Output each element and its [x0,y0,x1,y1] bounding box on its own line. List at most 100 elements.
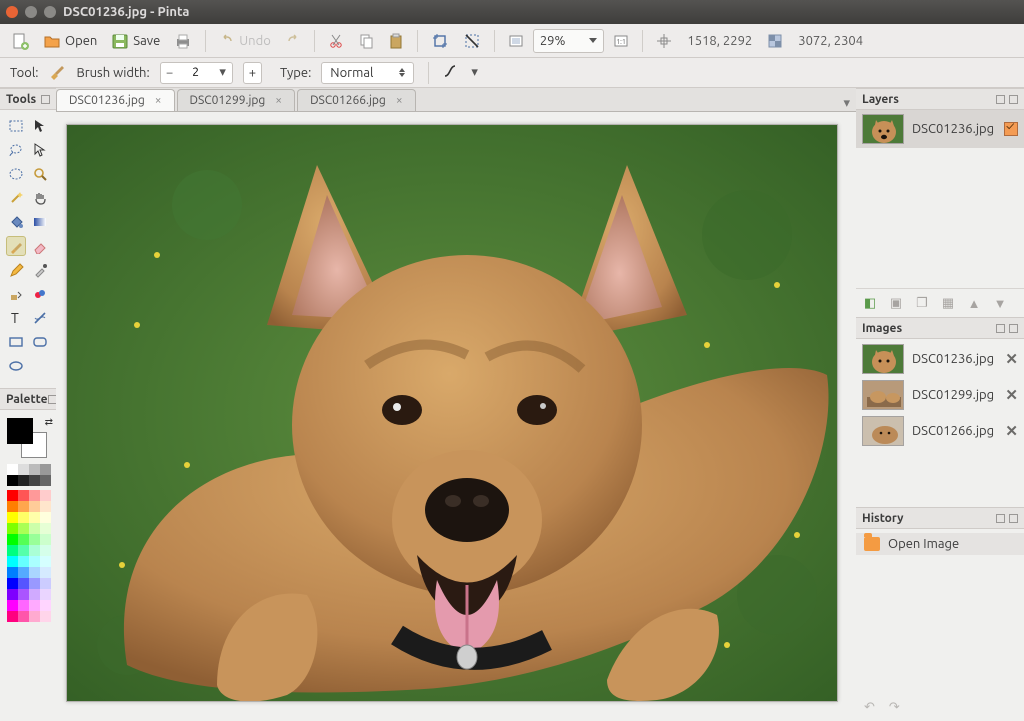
clone-tool[interactable] [6,284,26,304]
foreground-color-swatch[interactable] [7,418,33,444]
layer-row[interactable]: DSC01236.jpg [856,110,1024,148]
deselect-button[interactable] [458,29,486,53]
move-pixels-tool[interactable] [30,140,50,160]
cursor-coords: 1518, 2292 [687,34,752,48]
color-swatches[interactable] [7,490,52,622]
eraser-tool[interactable] [30,236,50,256]
pencil-tool[interactable] [6,260,26,280]
images-list: DSC01236.jpg ✕ DSC01299.jpg ✕ DSC01266.j… [856,339,1024,451]
curve-icon [443,62,461,83]
window-close-button[interactable] [6,6,18,18]
canvas[interactable] [66,124,838,702]
add-layer-icon[interactable]: ◧ [862,295,878,311]
close-icon[interactable]: ✕ [1005,386,1018,404]
image-row[interactable]: DSC01299.jpg ✕ [856,377,1024,413]
chevron-down-icon[interactable]: ▾ [471,65,478,80]
freeform-tool[interactable] [30,356,50,376]
window-minimize-button[interactable] [25,6,37,18]
panel-collapse-icon[interactable] [41,95,50,104]
brush-type-select[interactable]: Normal [321,62,414,84]
history-row[interactable]: Open Image [856,533,1024,555]
paintbrush-tool[interactable] [6,236,26,256]
text-tool[interactable]: T [6,308,26,328]
merge-down-icon[interactable]: ▦ [940,295,956,311]
lasso-tool[interactable] [6,140,26,160]
paste-button[interactable] [383,30,409,52]
panel-close-icon[interactable] [1009,514,1018,523]
redo-step-icon[interactable]: ↷ [889,700,900,715]
close-icon[interactable]: × [396,94,403,107]
magic-wand-tool[interactable] [6,188,26,208]
cut-button[interactable] [323,30,349,52]
layer-name: DSC01236.jpg [912,122,996,136]
tools-grid: T [0,110,56,382]
images-panel-title: Images [862,322,902,335]
print-button[interactable] [169,29,197,53]
duplicate-layer-icon[interactable]: ❐ [914,295,930,311]
zoom-fit-button[interactable] [503,30,529,52]
new-file-button[interactable] [6,29,34,53]
pan-tool[interactable] [30,188,50,208]
image-row[interactable]: DSC01236.jpg ✕ [856,341,1024,377]
save-button[interactable]: Save [106,29,165,53]
decrement-button[interactable]: − [161,66,179,80]
bucket-tool[interactable] [6,212,26,232]
crop-button[interactable] [426,29,454,53]
current-colors[interactable]: ⇄ [7,418,51,458]
undo-step-icon[interactable]: ↶ [864,700,875,715]
open-button[interactable]: Open [38,29,102,53]
zoom-tool[interactable] [30,164,50,184]
move-down-icon[interactable]: ▼ [992,295,1008,311]
canvas-viewport[interactable] [56,112,856,721]
close-icon[interactable]: ✕ [1005,350,1018,368]
panel-min-icon[interactable] [996,514,1005,523]
panel-min-icon[interactable] [996,95,1005,104]
panel-min-icon[interactable] [996,324,1005,333]
close-icon[interactable]: × [155,94,162,107]
tools-panel-header: Tools [0,88,56,110]
move-selection-tool[interactable] [30,116,50,136]
close-icon[interactable]: ✕ [1005,422,1018,440]
history-label: Open Image [888,537,959,551]
tab-doc-1[interactable]: DSC01236.jpg × [56,89,175,111]
open-label: Open [65,34,97,48]
panel-close-icon[interactable] [1009,324,1018,333]
panel-close-icon[interactable] [1009,95,1018,104]
ellipse-tool[interactable] [6,356,26,376]
line-tool[interactable] [30,308,50,328]
image-row[interactable]: DSC01266.jpg ✕ [856,413,1024,449]
grayscale-swatches[interactable] [7,464,52,486]
gradient-tool[interactable] [30,212,50,232]
copy-button[interactable] [353,30,379,52]
brush-width-input[interactable] [179,66,213,79]
images-panel-header: Images [856,317,1024,339]
tool-options-bar: Tool: Brush width: − ▾ + Type: Normal ▾ [0,58,1024,88]
tab-label: DSC01236.jpg [69,94,145,107]
ellipse-select-tool[interactable] [6,164,26,184]
palette-panel: ⇄ [0,410,56,626]
move-up-icon[interactable]: ▲ [966,295,982,311]
increment-button[interactable]: + [243,62,262,84]
chevron-down-icon[interactable]: ▾ [214,65,232,80]
delete-layer-icon[interactable]: ▣ [888,295,904,311]
brush-width-spinner[interactable]: − ▾ [160,62,233,84]
swap-colors-icon[interactable]: ⇄ [45,416,53,428]
redo-button[interactable] [280,30,306,52]
tabs-menu-icon[interactable]: ▾ [843,96,850,111]
history-toolbar: ↶ ↷ [856,694,1024,721]
close-icon[interactable]: × [275,94,282,107]
rect-select-tool[interactable] [6,116,26,136]
zoom-select[interactable]: 29% [533,29,605,53]
tab-doc-3[interactable]: DSC01266.jpg × [297,89,416,111]
recolor-tool[interactable] [30,284,50,304]
cursor-coords-icon [651,30,677,52]
tab-doc-2[interactable]: DSC01299.jpg × [177,89,296,111]
undo-button[interactable]: Undo [214,30,276,52]
rounded-rect-tool[interactable] [30,332,50,352]
zoom-actual-button[interactable]: 1:1 [608,30,634,52]
brush-width-label: Brush width: [76,66,149,80]
window-maximize-button[interactable] [44,6,56,18]
rectangle-tool[interactable] [6,332,26,352]
eyedropper-tool[interactable] [30,260,50,280]
layer-visible-checkbox[interactable] [1004,122,1018,136]
